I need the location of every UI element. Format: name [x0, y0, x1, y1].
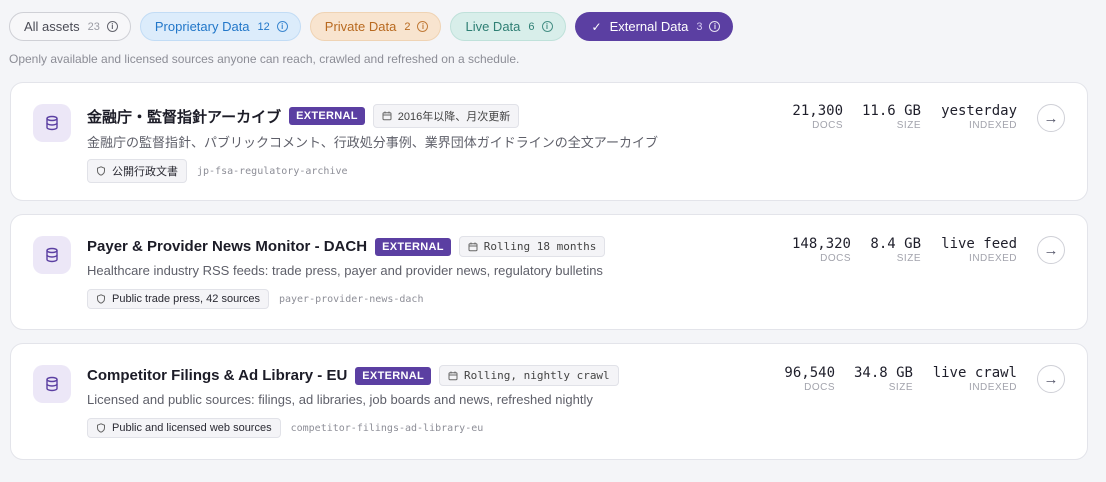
- schedule-pill: Rolling, nightly crawl: [438, 365, 619, 386]
- filter-live-data[interactable]: Live Data 6 i: [450, 12, 566, 41]
- database-icon: [33, 236, 71, 274]
- docs-label: DOCS: [804, 382, 835, 393]
- asset-description: 金融庁の監督指針、パブリックコメント、行政処分事例、業界団体ガイドラインの全文ア…: [87, 135, 658, 150]
- indexed-value: live feed: [941, 236, 1017, 252]
- info-icon: i: [276, 21, 288, 32]
- filter-all-assets[interactable]: All assets 23 i: [9, 12, 131, 41]
- size-stat: 34.8 GB SIZE: [854, 365, 913, 393]
- external-badge: EXTERNAL: [289, 107, 365, 125]
- filter-label: External Data: [609, 19, 689, 34]
- size-stat: 11.6 GB SIZE: [862, 103, 921, 131]
- indexed-value: yesterday: [941, 103, 1017, 119]
- asset-description: Licensed and public sources: filings, ad…: [87, 392, 593, 407]
- shield-icon: [97, 166, 105, 176]
- source-pill: Public trade press, 42 sources: [87, 289, 269, 309]
- filter-proprietary-data[interactable]: Proprietary Data 12 i: [139, 12, 301, 41]
- indexed-stat: live crawl INDEXED: [933, 365, 1017, 393]
- size-value: 8.4 GB: [870, 236, 921, 252]
- filter-count: 6: [528, 20, 535, 33]
- asset-title[interactable]: 金融庁・監督指針アーカイブ: [87, 106, 281, 127]
- open-asset-button[interactable]: →: [1037, 236, 1065, 264]
- calendar-icon: [382, 111, 392, 121]
- indexed-label: INDEXED: [969, 382, 1017, 393]
- filter-private-data[interactable]: Private Data 2 i: [309, 12, 442, 41]
- info-icon: i: [709, 21, 721, 32]
- section-subtitle: Openly available and licensed sources an…: [9, 52, 520, 66]
- asset-title[interactable]: Competitor Filings & Ad Library - EU: [87, 367, 347, 384]
- filter-label: All assets: [24, 19, 80, 34]
- check-icon: ✓: [591, 19, 602, 34]
- filter-count: 23: [87, 20, 100, 33]
- asset-slug: jp-fsa-regulatory-archive: [197, 165, 348, 177]
- source-label: 公開行政文書: [112, 166, 178, 178]
- external-badge: EXTERNAL: [355, 366, 431, 385]
- filter-label: Proprietary Data: [154, 19, 250, 34]
- info-icon: i: [541, 21, 553, 32]
- external-badge: EXTERNAL: [375, 237, 451, 256]
- schedule-text: Rolling, nightly crawl: [463, 369, 610, 382]
- asset-title[interactable]: Payer & Provider News Monitor - DACH: [87, 238, 367, 255]
- docs-label: DOCS: [812, 120, 843, 131]
- asset-slug: competitor-filings-ad-library-eu: [290, 422, 484, 434]
- size-label: SIZE: [896, 120, 921, 131]
- source-pill: 公開行政文書: [87, 159, 187, 183]
- docs-stat: 96,540 DOCS: [784, 365, 835, 393]
- indexed-label: INDEXED: [969, 120, 1017, 131]
- calendar-icon: [468, 242, 478, 251]
- docs-stat: 148,320 DOCS: [792, 236, 851, 264]
- schedule-text: Rolling 18 months: [483, 240, 597, 253]
- arrow-right-icon: →: [1043, 109, 1059, 127]
- filter-bar: All assets 23 i Proprietary Data 12 i Pr…: [9, 12, 734, 41]
- database-icon: [33, 104, 71, 142]
- info-icon: i: [417, 21, 429, 32]
- indexed-label: INDEXED: [969, 253, 1017, 264]
- schedule-pill: 2016年以降、月次更新: [372, 104, 520, 128]
- indexed-value: live crawl: [932, 365, 1017, 381]
- arrow-right-icon: →: [1043, 241, 1059, 259]
- size-label: SIZE: [888, 382, 913, 393]
- filter-label: Private Data: [324, 19, 397, 34]
- shield-icon: [97, 294, 105, 304]
- size-stat: 8.4 GB SIZE: [870, 236, 921, 264]
- indexed-stat: yesterday INDEXED: [941, 103, 1017, 131]
- docs-value: 148,320: [791, 236, 851, 252]
- indexed-stat: live feed INDEXED: [941, 236, 1017, 264]
- filter-count: 3: [696, 20, 703, 33]
- size-label: SIZE: [896, 253, 921, 264]
- filter-external-data[interactable]: ✓ External Data 3 i: [574, 12, 734, 41]
- source-label: Public and licensed web sources: [112, 422, 272, 434]
- info-icon: i: [106, 21, 118, 32]
- size-value: 11.6 GB: [861, 103, 921, 119]
- docs-label: DOCS: [820, 253, 851, 264]
- source-pill: Public and licensed web sources: [87, 418, 281, 438]
- calendar-icon: [448, 371, 458, 380]
- open-asset-button[interactable]: →: [1037, 104, 1065, 132]
- filter-label: Live Data: [465, 19, 521, 34]
- docs-stat: 21,300 DOCS: [792, 103, 843, 131]
- schedule-pill: Rolling 18 months: [458, 236, 606, 257]
- schedule-text: 2016年以降、月次更新: [397, 111, 511, 123]
- shield-icon: [97, 423, 105, 433]
- source-label: Public trade press, 42 sources: [112, 293, 260, 305]
- database-icon: [33, 365, 71, 403]
- filter-count: 2: [404, 20, 411, 33]
- asset-slug: payer-provider-news-dach: [278, 293, 424, 305]
- asset-card[interactable]: 金融庁・監督指針アーカイブ EXTERNAL 2016年以降、月次更新 金融庁の…: [10, 82, 1088, 201]
- size-value: 34.8 GB: [853, 365, 913, 381]
- filter-count: 12: [257, 20, 270, 33]
- asset-description: Healthcare industry RSS feeds: trade pre…: [87, 263, 603, 278]
- open-asset-button[interactable]: →: [1037, 365, 1065, 393]
- arrow-right-icon: →: [1043, 370, 1059, 388]
- docs-value: 21,300: [792, 103, 843, 119]
- asset-card[interactable]: Competitor Filings & Ad Library - EU EXT…: [10, 343, 1088, 460]
- docs-value: 96,540: [784, 365, 835, 381]
- asset-card[interactable]: Payer & Provider News Monitor - DACH EXT…: [10, 214, 1088, 330]
